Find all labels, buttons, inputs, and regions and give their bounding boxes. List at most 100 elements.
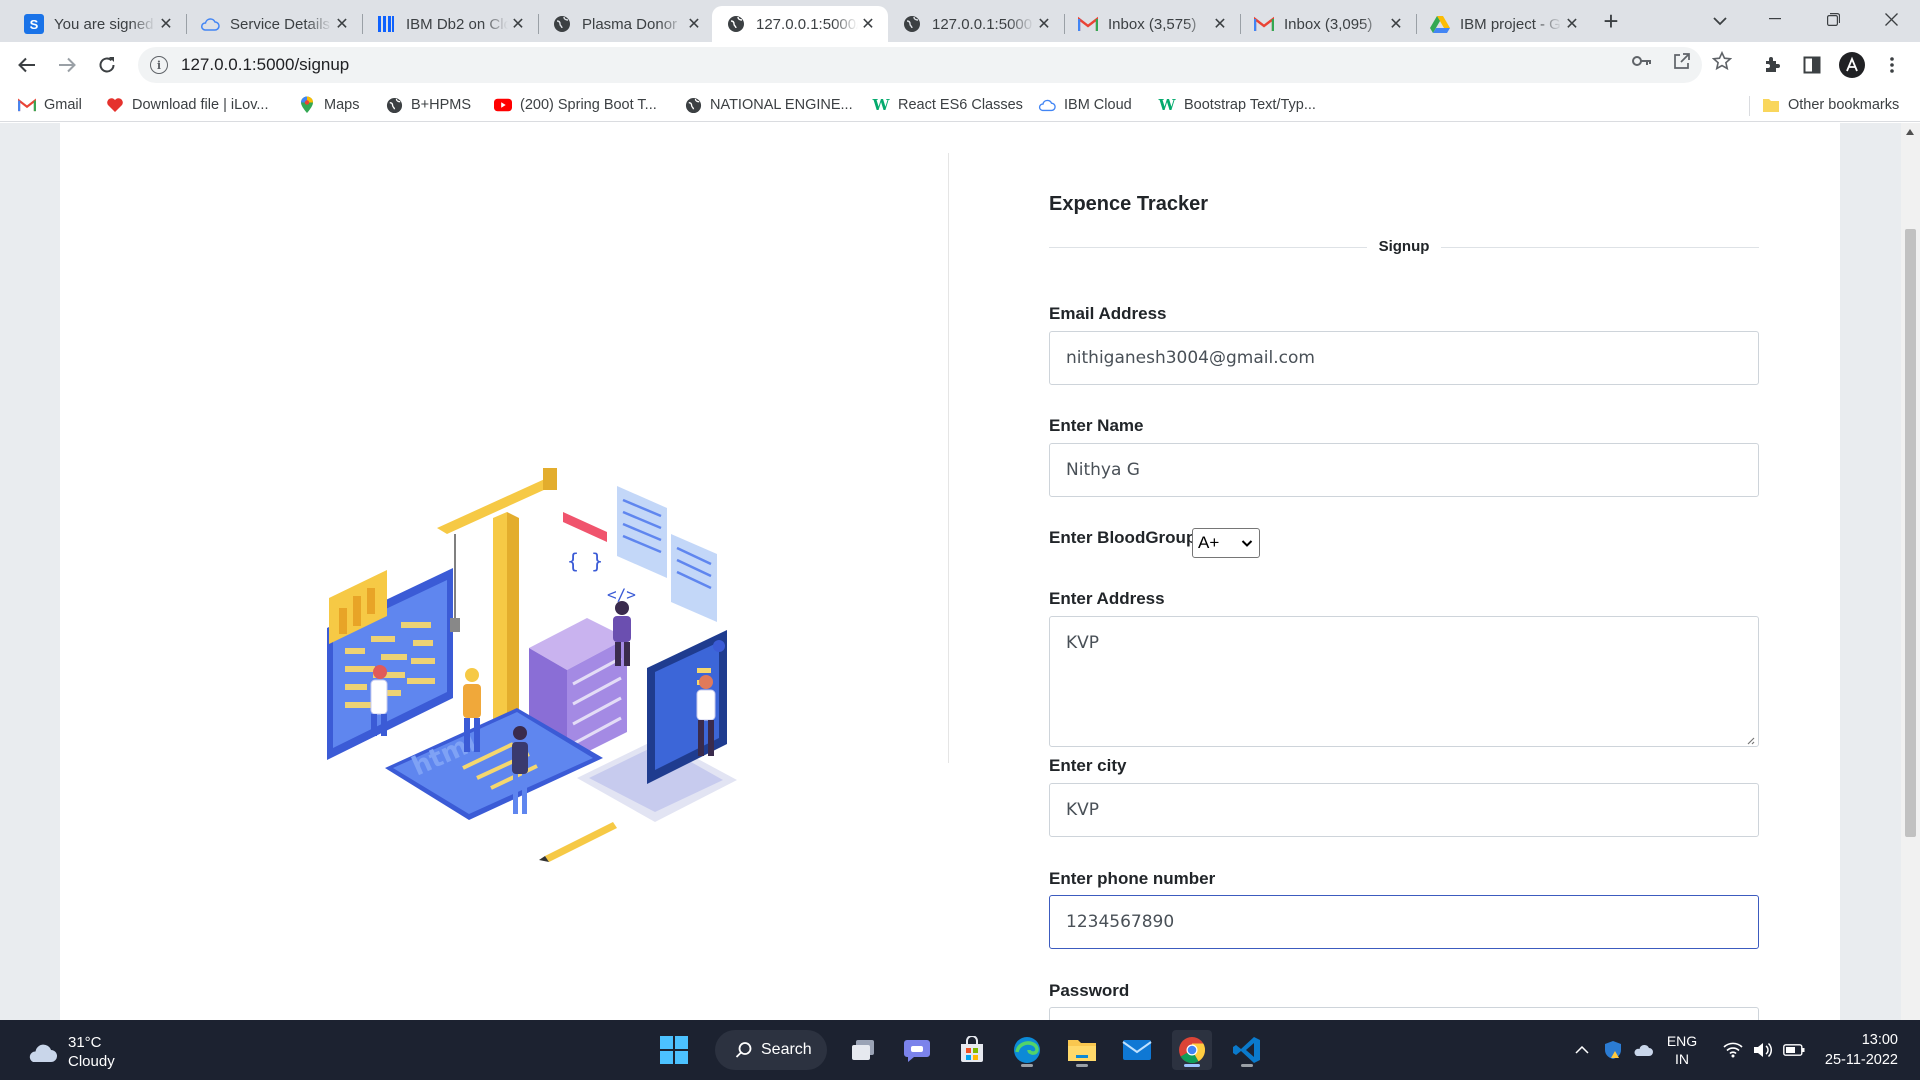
close-icon bbox=[1884, 12, 1898, 26]
url-text[interactable]: 127.0.0.1:5000/signup bbox=[181, 55, 349, 75]
system-clock[interactable]: 13:00 25-11-2022 bbox=[1818, 1030, 1898, 1070]
bookmark-react-es6[interactable]: W React ES6 Classes bbox=[872, 94, 1023, 116]
weather-widget[interactable]: 31°C Cloudy bbox=[24, 1033, 115, 1071]
bookmark-bhpms[interactable]: B+HPMS bbox=[385, 94, 471, 116]
taskbar-search-button[interactable]: Search bbox=[715, 1030, 827, 1070]
close-icon[interactable]: ✕ bbox=[508, 14, 528, 34]
bloodgroup-label: Enter BloodGroup bbox=[1049, 528, 1197, 547]
scrollbar-thumb[interactable] bbox=[1905, 229, 1916, 837]
tab-signup-active[interactable]: 127.0.0.1:5000/signup ✕ bbox=[712, 6, 888, 42]
side-panel-button[interactable] bbox=[1796, 49, 1828, 81]
tab-inbox-1[interactable]: Inbox (3,575) ✕ bbox=[1064, 6, 1240, 42]
bookmark-gmail[interactable]: Gmail bbox=[18, 94, 82, 116]
more-vert-icon bbox=[1890, 57, 1894, 73]
close-icon[interactable]: ✕ bbox=[332, 14, 352, 34]
forward-button[interactable] bbox=[51, 49, 83, 81]
microsoft-store-button[interactable] bbox=[952, 1030, 992, 1070]
wifi-icon[interactable] bbox=[1720, 1020, 1746, 1080]
tab-strip: S You are signed in ✕ Service Details ✕ … bbox=[0, 0, 1920, 42]
tab-google-drive[interactable]: IBM project - Google Drive ✕ bbox=[1416, 6, 1592, 42]
bookmark-ilovepdf[interactable]: Download file | iLov... bbox=[106, 94, 268, 116]
defender-tray-icon[interactable] bbox=[1600, 1020, 1626, 1080]
star-icon[interactable] bbox=[1712, 51, 1732, 71]
tab-plasma-donor[interactable]: Plasma Donor ✕ bbox=[538, 6, 714, 42]
bookmark-spring-boot[interactable]: (200) Spring Boot T... bbox=[494, 94, 657, 116]
w3schools-icon: W bbox=[1158, 96, 1176, 114]
key-icon[interactable] bbox=[1632, 51, 1652, 71]
phone-field[interactable] bbox=[1049, 895, 1759, 949]
puzzle-icon bbox=[1766, 57, 1780, 72]
address-textarea[interactable]: KVP bbox=[1049, 616, 1759, 747]
password-field[interactable] bbox=[1049, 1007, 1759, 1020]
tab-service-details[interactable]: Service Details ✕ bbox=[186, 6, 362, 42]
tab-ibm-db2[interactable]: IBM Db2 on Cloud ✕ bbox=[362, 6, 538, 42]
windows-taskbar: 31°C Cloudy Search ENG IN 13:00 25-11-20… bbox=[0, 1020, 1920, 1080]
file-explorer-button[interactable] bbox=[1062, 1030, 1102, 1070]
gmail-icon bbox=[1254, 14, 1274, 34]
clock-date: 25-11-2022 bbox=[1824, 1052, 1898, 1068]
email-field[interactable] bbox=[1049, 331, 1759, 385]
profile-button[interactable] bbox=[1836, 49, 1868, 81]
minimize-button[interactable] bbox=[1747, 0, 1803, 38]
signup-card: { } </> html Expence Tracker Signup Emai… bbox=[60, 123, 1840, 1020]
site-info-icon[interactable]: i bbox=[150, 56, 168, 74]
teams-chat-button[interactable] bbox=[897, 1030, 937, 1070]
task-view-button[interactable] bbox=[843, 1030, 883, 1070]
start-button[interactable] bbox=[654, 1030, 694, 1070]
volume-icon[interactable] bbox=[1750, 1020, 1776, 1080]
bloodgroup-select[interactable]: A+ bbox=[1192, 528, 1260, 558]
close-icon[interactable]: ✕ bbox=[1562, 14, 1582, 34]
bookmark-ibm-cloud[interactable]: IBM Cloud bbox=[1038, 94, 1132, 116]
close-icon[interactable]: ✕ bbox=[1386, 14, 1406, 34]
bookmark-maps[interactable]: Maps bbox=[298, 94, 359, 116]
show-hidden-icons-button[interactable] bbox=[1570, 1020, 1594, 1080]
close-icon[interactable]: ✕ bbox=[858, 14, 878, 34]
tab-inbox-2[interactable]: Inbox (3,095) ✕ bbox=[1240, 6, 1416, 42]
resize-handle-icon[interactable] bbox=[1745, 735, 1755, 745]
chrome-button[interactable] bbox=[1172, 1030, 1212, 1070]
close-icon[interactable]: ✕ bbox=[156, 14, 176, 34]
back-button[interactable] bbox=[11, 49, 43, 81]
bookmark-label: Other bookmarks bbox=[1788, 97, 1900, 113]
bookmark-national-engine[interactable]: NATIONAL ENGINE... bbox=[684, 94, 853, 116]
mail-button[interactable] bbox=[1117, 1030, 1157, 1070]
edge-button[interactable] bbox=[1007, 1030, 1047, 1070]
tab-search-button[interactable] bbox=[1705, 6, 1735, 36]
bookmark-bootstrap-text[interactable]: W Bootstrap Text/Typ... bbox=[1158, 94, 1316, 116]
tab-localhost[interactable]: 127.0.0.1:5000 ✕ bbox=[888, 6, 1064, 42]
db2-icon bbox=[376, 14, 396, 34]
onedrive-tray-icon[interactable] bbox=[1630, 1020, 1656, 1080]
close-window-button[interactable] bbox=[1863, 0, 1919, 38]
reload-button[interactable] bbox=[91, 49, 123, 81]
folder-icon bbox=[1068, 1040, 1096, 1061]
close-icon[interactable]: ✕ bbox=[1210, 14, 1230, 34]
mail-icon bbox=[1122, 1040, 1152, 1060]
new-tab-button[interactable]: + bbox=[1596, 6, 1626, 36]
google-drive-icon bbox=[1430, 14, 1450, 34]
close-icon[interactable]: ✕ bbox=[684, 14, 704, 34]
close-icon[interactable]: ✕ bbox=[1034, 14, 1054, 34]
avatar bbox=[1839, 52, 1865, 78]
restore-button[interactable] bbox=[1805, 0, 1861, 38]
store-icon bbox=[961, 1036, 983, 1062]
page-scrollbar[interactable] bbox=[1901, 123, 1920, 1020]
name-field[interactable] bbox=[1049, 443, 1759, 497]
share-icon[interactable] bbox=[1672, 51, 1692, 71]
page-viewport: { } </> html Expence Tracker Signup Emai… bbox=[0, 123, 1901, 1020]
scroll-up-arrow-icon[interactable] bbox=[1906, 129, 1914, 135]
bookmark-label: NATIONAL ENGINE... bbox=[710, 97, 853, 113]
browser-menu-button[interactable] bbox=[1876, 49, 1908, 81]
address-bar[interactable]: i 127.0.0.1:5000/signup bbox=[138, 47, 1702, 83]
tab-signed-in[interactable]: S You are signed in ✕ bbox=[10, 6, 186, 42]
extensions-button[interactable] bbox=[1756, 49, 1788, 81]
battery-icon[interactable] bbox=[1780, 1020, 1808, 1080]
city-field[interactable] bbox=[1049, 783, 1759, 837]
reload-icon bbox=[99, 57, 115, 73]
column-divider bbox=[948, 153, 949, 763]
vscode-button[interactable] bbox=[1227, 1030, 1267, 1070]
tab-title: Inbox (3,095) bbox=[1284, 15, 1373, 33]
language-indicator[interactable]: ENG IN bbox=[1660, 1020, 1704, 1080]
ilovepdf-icon bbox=[106, 96, 124, 114]
browser-toolbar: i 127.0.0.1:5000/signup bbox=[0, 42, 1920, 88]
other-bookmarks[interactable]: Other bookmarks bbox=[1762, 94, 1899, 116]
